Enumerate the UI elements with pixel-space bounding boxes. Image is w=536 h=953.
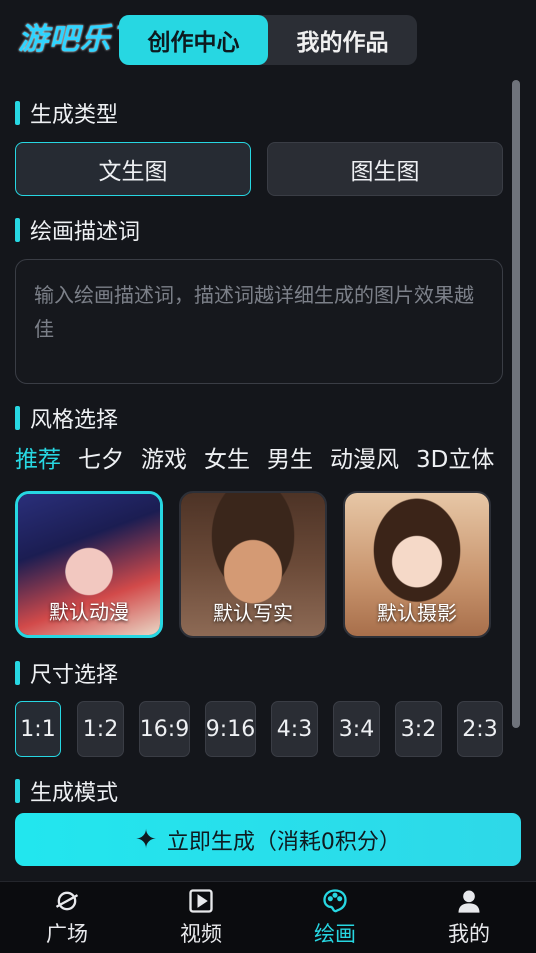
style-category-male[interactable]: 男生	[267, 440, 313, 474]
watermark-text: 游吧乐	[18, 22, 111, 57]
section-accent-bar	[15, 779, 20, 803]
top-tab-bar: 创作中心 我的作品	[119, 15, 417, 65]
tab-my-works[interactable]: 我的作品	[268, 15, 417, 65]
style-card-label: 默认动漫	[49, 600, 129, 624]
nav-item-video[interactable]: 视频	[134, 882, 268, 953]
nav-label-painting: 绘画	[314, 922, 356, 946]
section-accent-bar	[15, 406, 20, 430]
size-option-1-2[interactable]: 1:2	[77, 701, 124, 757]
style-category-anime[interactable]: 动漫风	[330, 440, 399, 474]
nav-item-mine[interactable]: 我的	[402, 882, 536, 953]
section-gen-type: 生成类型	[15, 97, 118, 129]
sparkle-icon: ✦	[135, 824, 157, 855]
generate-button[interactable]: ✦ 立即生成（消耗0积分）	[15, 813, 521, 866]
bottom-nav: 广场 视频 绘画 我的	[0, 881, 536, 953]
section-accent-bar	[15, 218, 20, 242]
section-title-style: 风格选择	[30, 408, 119, 433]
style-category-female[interactable]: 女生	[204, 440, 250, 474]
image-to-image-button[interactable]: 图生图	[267, 142, 503, 196]
section-mode: 生成模式	[15, 775, 118, 807]
size-option-4-3[interactable]: 4:3	[271, 701, 318, 757]
section-title-prompt: 绘画描述词	[30, 220, 141, 245]
nav-label-square: 广场	[46, 922, 88, 946]
section-size: 尺寸选择	[15, 657, 118, 689]
section-prompt: 绘画描述词	[15, 214, 140, 246]
nav-label-mine: 我的	[448, 922, 490, 946]
prompt-box	[15, 259, 503, 384]
size-option-3-4[interactable]: 3:4	[333, 701, 380, 757]
style-category-game[interactable]: 游戏	[141, 440, 187, 474]
size-option-16-9[interactable]: 16:9	[139, 701, 190, 757]
section-title-size: 尺寸选择	[30, 663, 119, 688]
section-style: 风格选择	[15, 402, 118, 434]
generate-button-label: 立即生成（消耗0积分）	[166, 829, 401, 855]
nav-item-square[interactable]: 广场	[0, 882, 134, 953]
section-title-mode: 生成模式	[30, 781, 119, 806]
scrollbar[interactable]	[512, 80, 520, 728]
user-icon	[458, 890, 480, 913]
play-icon	[189, 889, 213, 913]
style-card-photo[interactable]: 默认摄影	[343, 491, 491, 638]
style-card-label: 默认摄影	[377, 601, 457, 625]
style-card-anime[interactable]: 默认动漫	[15, 491, 163, 638]
style-category-3d[interactable]: 3D立体	[416, 440, 494, 474]
section-title-gen-type: 生成类型	[30, 103, 119, 128]
tab-create-center[interactable]: 创作中心	[119, 15, 268, 65]
size-option-9-16[interactable]: 9:16	[205, 701, 256, 757]
nav-item-painting[interactable]: 绘画	[268, 882, 402, 953]
palette-icon	[323, 889, 347, 913]
size-option-2-3[interactable]: 2:3	[457, 701, 503, 757]
size-option-1-1[interactable]: 1:1	[15, 701, 61, 757]
section-accent-bar	[15, 661, 20, 685]
style-card-realistic[interactable]: 默认写实	[179, 491, 327, 638]
section-accent-bar	[15, 101, 20, 125]
style-category-recommend[interactable]: 推荐	[15, 440, 61, 474]
prompt-input[interactable]	[16, 260, 502, 383]
style-card-label: 默认写实	[213, 601, 293, 625]
text-to-image-button[interactable]: 文生图	[15, 142, 251, 196]
style-category-tabs: 推荐 七夕 游戏 女生 男生 动漫风 3D立体	[15, 440, 503, 474]
planet-icon	[55, 891, 79, 911]
size-option-3-2[interactable]: 3:2	[395, 701, 442, 757]
style-category-qixi[interactable]: 七夕	[78, 440, 124, 474]
nav-label-video: 视频	[180, 922, 222, 946]
